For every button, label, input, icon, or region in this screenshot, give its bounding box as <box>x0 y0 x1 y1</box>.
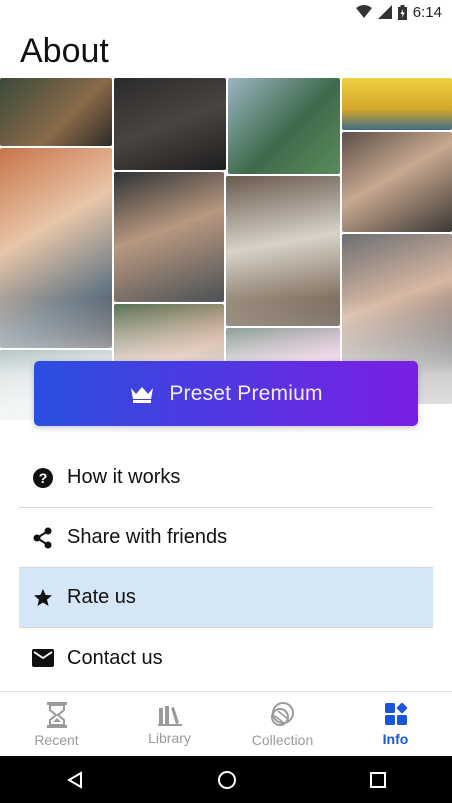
nav-item-library[interactable]: Library <box>113 692 226 757</box>
menu-item-rate-us[interactable]: Rate us <box>19 568 433 628</box>
collage-photo <box>114 78 226 170</box>
status-icons <box>355 4 407 20</box>
svg-text:?: ? <box>39 470 48 486</box>
collage-photo <box>228 78 340 174</box>
collage-photo <box>114 172 224 302</box>
star-icon <box>19 588 67 608</box>
battery-icon <box>397 4 407 20</box>
menu-item-contact-us[interactable]: Contact us <box>19 628 433 688</box>
menu-item-label: How it works <box>67 466 181 488</box>
collage-photo <box>342 132 452 232</box>
hourglass-icon <box>46 701 67 728</box>
help-circle-icon: ? <box>19 467 67 489</box>
home-icon[interactable] <box>217 770 237 790</box>
menu-item-share[interactable]: Share with friends <box>19 508 433 568</box>
preset-premium-label: Preset Premium <box>169 381 323 405</box>
collage-photo <box>342 78 452 130</box>
nav-label: Recent <box>34 731 79 748</box>
page-title: About <box>20 31 109 70</box>
system-navigation-bar <box>0 756 452 803</box>
share-icon <box>19 527 67 549</box>
nav-label: Library <box>148 729 191 746</box>
nav-item-collection[interactable]: Collection <box>226 692 339 757</box>
collage-photo <box>0 78 112 146</box>
nav-label: Info <box>382 730 409 747</box>
preset-premium-button[interactable]: Preset Premium <box>34 361 418 426</box>
nav-label: Collection <box>251 731 314 748</box>
menu-item-label: Contact us <box>67 646 163 669</box>
crown-icon <box>131 386 154 403</box>
status-bar: 6:14 <box>0 0 452 24</box>
about-menu: ? How it works Share with friends Rate u… <box>19 448 433 688</box>
signal-icon <box>377 5 392 19</box>
mail-icon <box>19 649 67 667</box>
collection-icon <box>270 701 294 726</box>
nav-item-info[interactable]: Info <box>339 692 452 757</box>
info-grid-icon <box>384 702 407 725</box>
menu-item-how-it-works[interactable]: ? How it works <box>19 448 433 508</box>
back-icon[interactable] <box>66 770 84 789</box>
bottom-navigation: Recent Library Collection Info <box>0 691 452 757</box>
status-time: 6:14 <box>412 3 442 21</box>
menu-item-label: Share with friends <box>67 526 228 548</box>
recents-icon[interactable] <box>369 771 386 788</box>
library-icon <box>157 705 182 726</box>
nav-item-recent[interactable]: Recent <box>0 692 113 757</box>
menu-item-label: Rate us <box>67 586 136 608</box>
wifi-icon <box>355 5 372 18</box>
